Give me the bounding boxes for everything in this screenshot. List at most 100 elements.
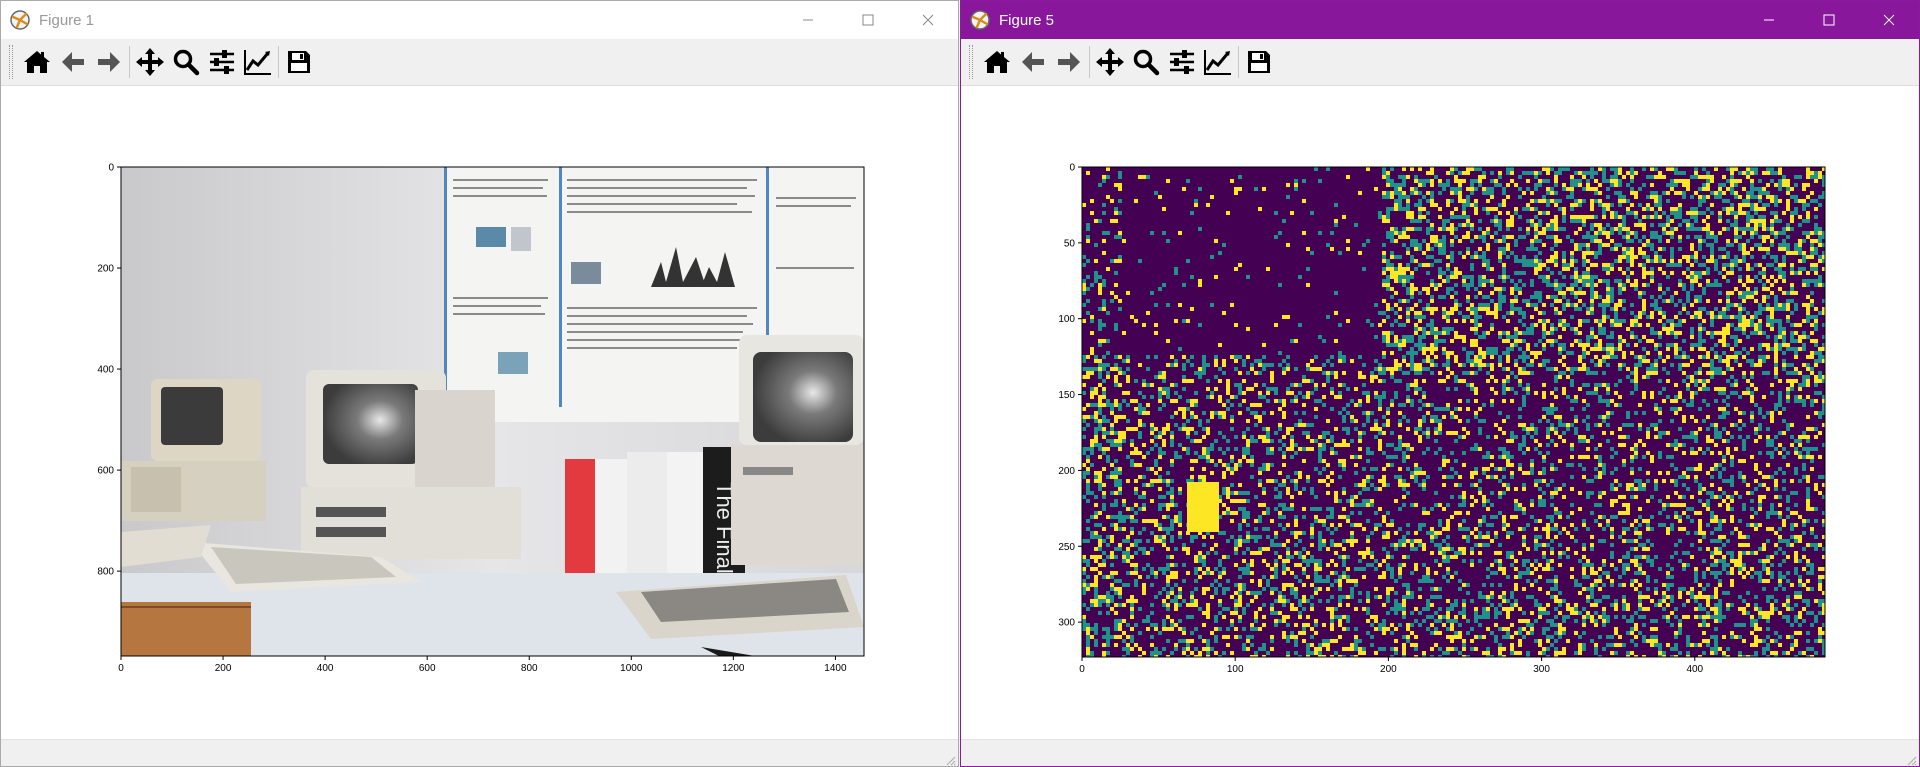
heatmap-cell — [1582, 347, 1586, 351]
heatmap-cell — [1106, 231, 1110, 235]
heatmap-cell — [1286, 487, 1290, 491]
forward-button[interactable] — [91, 44, 127, 80]
heatmap-cell — [1534, 391, 1538, 395]
heatmap-cell — [1606, 351, 1610, 355]
zoom-button[interactable] — [1128, 44, 1164, 80]
edit-axes-button[interactable] — [1200, 44, 1236, 80]
heatmap-cell — [1254, 439, 1258, 443]
heatmap-cell — [1374, 511, 1378, 515]
heatmap-cell — [1602, 399, 1606, 403]
heatmap-cell — [1618, 227, 1622, 231]
heatmap-cell — [1554, 251, 1558, 255]
heatmap-cell — [1118, 235, 1122, 239]
heatmap-cell — [1418, 335, 1422, 339]
heatmap-cell — [1550, 495, 1554, 499]
heatmap-cell — [1538, 451, 1542, 455]
heatmap-cell — [1098, 423, 1102, 427]
heatmap-cell — [1606, 399, 1610, 403]
heatmap-cell — [1118, 491, 1122, 495]
heatmap-cell — [1738, 319, 1742, 323]
heatmap-cell — [1614, 303, 1618, 307]
heatmap-cell — [1702, 327, 1706, 331]
heatmap-cell — [1370, 451, 1374, 455]
save-button[interactable] — [281, 44, 317, 80]
heatmap-cell — [1526, 387, 1530, 391]
plot-canvas[interactable]: The Final W 0 200 400 600 800 1000 1200 140 — [1, 87, 958, 739]
heatmap-cell — [1582, 467, 1586, 471]
heatmap-cell — [1402, 455, 1406, 459]
heatmap-cell — [1466, 215, 1470, 219]
heatmap-cell — [1770, 315, 1774, 319]
heatmap-cell — [1778, 219, 1782, 223]
heatmap-cell — [1442, 407, 1446, 411]
heatmap-cell — [1790, 251, 1794, 255]
close-button[interactable] — [1859, 1, 1919, 39]
heatmap-cell — [1786, 395, 1790, 399]
heatmap-cell — [1558, 299, 1562, 303]
heatmap-cell — [1534, 171, 1538, 175]
maximize-button[interactable] — [1799, 1, 1859, 39]
configure-subplots-button[interactable] — [204, 44, 240, 80]
heatmap-cell — [1106, 175, 1110, 179]
heatmap-cell — [1262, 343, 1266, 347]
toolbar-grip[interactable] — [969, 45, 973, 79]
heatmap-cell — [1694, 219, 1698, 223]
title-bar[interactable]: Figure 5 — [961, 1, 1919, 39]
pan-button[interactable] — [1092, 44, 1128, 80]
heatmap-cell — [1662, 291, 1666, 295]
heatmap-cell — [1506, 219, 1510, 223]
heatmap-cell — [1310, 507, 1314, 511]
heatmap-cell — [1202, 367, 1206, 371]
toolbar-grip[interactable] — [9, 45, 13, 79]
heatmap-cell — [1422, 239, 1426, 243]
zoom-button[interactable] — [168, 44, 204, 80]
heatmap-cell — [1714, 427, 1718, 431]
home-button[interactable] — [19, 44, 55, 80]
heatmap-cell — [1414, 239, 1418, 243]
heatmap-cell — [1126, 427, 1130, 431]
close-button[interactable] — [898, 1, 958, 39]
heatmap-cell — [1282, 399, 1286, 403]
heatmap-cell — [1270, 439, 1274, 443]
heatmap-cell — [1806, 451, 1810, 455]
heatmap-cell — [1482, 351, 1486, 355]
heatmap-cell — [1574, 395, 1578, 399]
heatmap-cell — [1386, 195, 1390, 199]
heatmap-cell — [1782, 359, 1786, 363]
minimize-button[interactable] — [778, 1, 838, 39]
heatmap-cell — [1242, 399, 1246, 403]
heatmap-cell — [1098, 183, 1102, 187]
heatmap-cell — [1506, 415, 1510, 419]
heatmap-cell — [1674, 447, 1678, 451]
save-button[interactable] — [1241, 44, 1277, 80]
heatmap-cell — [1170, 499, 1174, 503]
heatmap-cell — [1734, 339, 1738, 343]
heatmap-cell — [1710, 483, 1714, 487]
heatmap-cell — [1406, 199, 1410, 203]
forward-button[interactable] — [1051, 44, 1087, 80]
heatmap-cell — [1498, 247, 1502, 251]
heatmap-cell — [1722, 399, 1726, 403]
home-button[interactable] — [979, 44, 1015, 80]
heatmap-cell — [1206, 395, 1210, 399]
edit-axes-button[interactable] — [240, 44, 276, 80]
pan-button[interactable] — [132, 44, 168, 80]
heatmap-cell — [1794, 199, 1798, 203]
heatmap-cell — [1118, 407, 1122, 411]
heatmap-cell — [1522, 331, 1526, 335]
title-bar[interactable]: Figure 1 — [1, 1, 958, 39]
heatmap-cell — [1290, 455, 1294, 459]
back-button[interactable] — [1015, 44, 1051, 80]
back-button[interactable] — [55, 44, 91, 80]
configure-subplots-button[interactable] — [1164, 44, 1200, 80]
heatmap-cell — [1502, 247, 1506, 251]
plot-canvas[interactable]: 0 100 200 300 400 0 50 100 150 200 250 300 — [961, 87, 1919, 739]
heatmap-cell — [1162, 443, 1166, 447]
heatmap-cell — [1338, 383, 1342, 387]
heatmap-cell — [1746, 323, 1750, 327]
resize-grip-icon[interactable] — [944, 754, 956, 766]
minimize-button[interactable] — [1739, 1, 1799, 39]
maximize-button[interactable] — [838, 1, 898, 39]
heatmap-cell — [1602, 207, 1606, 211]
heatmap-cell — [1582, 435, 1586, 439]
